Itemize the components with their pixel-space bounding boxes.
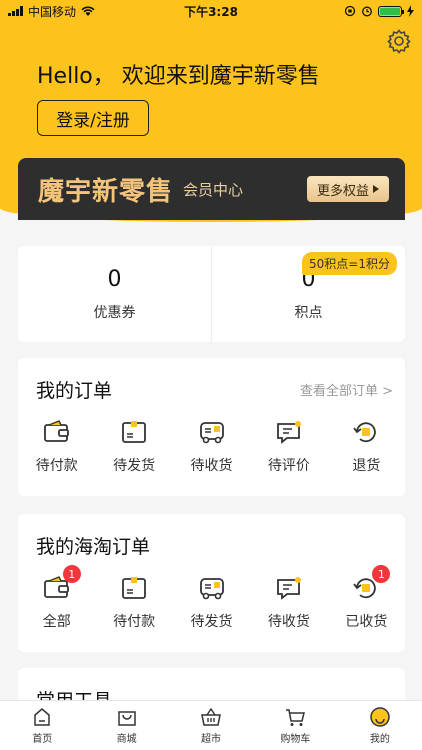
order-label: 待付款 <box>35 458 78 474</box>
points-label: 积点 <box>294 304 323 321</box>
my-orders-card: 我的订单 查看全部订单 > 待付款 待发货 待收货 待评价 退货 <box>18 358 405 496</box>
order-label: 待发货 <box>113 458 156 474</box>
package-icon <box>122 421 147 443</box>
haitao-pending-receipt[interactable]: 待收货 <box>250 573 327 631</box>
haitao-orders-title: 我的海淘订单 <box>36 536 151 558</box>
charging-icon <box>407 5 414 17</box>
battery-icon <box>378 5 404 17</box>
return-icon <box>353 422 377 443</box>
more-benefits-label: 更多权益 <box>316 183 369 199</box>
order-label: 待发货 <box>190 614 233 630</box>
greeting-text: Hello， 欢迎来到魔宇新零售 <box>37 64 320 89</box>
tab-label: 商城 <box>116 734 137 745</box>
more-benefits-button[interactable]: 更多权益 <box>306 176 389 202</box>
order-pending-shipment[interactable]: 待发货 <box>95 417 172 475</box>
coupon-count: 0 <box>107 266 122 292</box>
comment-icon <box>277 577 301 600</box>
count-badge: 1 <box>372 565 391 583</box>
tab-home[interactable]: 首页 <box>0 701 84 750</box>
wifi-icon <box>81 6 95 16</box>
haitao-received[interactable]: 1 已收货 <box>328 565 405 631</box>
truck-icon <box>199 422 224 444</box>
home-icon <box>34 708 50 726</box>
coupon-label: 优惠券 <box>93 304 136 321</box>
haitao-pending-payment[interactable]: 待付款 <box>95 573 172 631</box>
basket-icon <box>201 707 221 726</box>
order-label: 待收货 <box>267 614 310 630</box>
tab-supermarket[interactable]: 超市 <box>169 701 253 750</box>
coupon-stat[interactable]: 0 优惠券 <box>18 246 211 342</box>
points-card: 0 优惠券 0 积点 50积点=1积分 <box>18 246 405 342</box>
shop-bag-icon <box>117 711 136 726</box>
profile-icon <box>370 707 390 727</box>
banner-subtitle: 会员中心 <box>183 180 244 199</box>
haitao-orders-card: 我的海淘订单 1 全部 待付款 待发货 待收货 1 已收货 <box>18 514 405 652</box>
order-return[interactable]: 退货 <box>328 417 405 475</box>
status-bar: 中国移动 下午3:28 <box>0 0 422 22</box>
points-rate-badge: 50积点=1积分 <box>302 252 397 275</box>
order-label: 退货 <box>352 458 381 474</box>
truck-icon <box>199 578 224 600</box>
order-pending-review[interactable]: 待评价 <box>250 417 327 475</box>
tab-shop[interactable]: 商城 <box>84 701 168 750</box>
login-register-button[interactable]: 登录/注册 <box>37 100 149 136</box>
order-label: 待收货 <box>190 458 233 474</box>
tab-label: 首页 <box>32 734 53 745</box>
cart-icon <box>286 709 306 726</box>
haitao-pending-shipment[interactable]: 待发货 <box>173 573 250 631</box>
order-label: 已收货 <box>345 614 388 630</box>
membership-banner[interactable]: 魔宇新零售 会员中心 更多权益 <box>18 158 405 220</box>
settings-gear-icon[interactable] <box>386 28 412 54</box>
order-pending-receipt[interactable]: 待收货 <box>173 417 250 475</box>
package-icon <box>122 577 147 599</box>
tab-mine[interactable]: 我的 <box>338 701 422 750</box>
count-badge: 1 <box>62 565 81 583</box>
comment-icon <box>277 421 301 444</box>
status-time: 下午3:28 <box>184 4 238 19</box>
order-label: 待评价 <box>267 458 310 474</box>
haitao-all[interactable]: 1 全部 <box>18 565 95 631</box>
carrier-label: 中国移动 <box>28 4 77 19</box>
bottom-tab-bar: 首页 商城 超市 购物车 我的 <box>0 700 422 750</box>
my-orders-title: 我的订单 <box>36 380 113 402</box>
order-label: 全部 <box>42 614 71 630</box>
view-all-orders-link[interactable]: 查看全部订单 > <box>300 380 393 399</box>
banner-title: 魔宇新零售 <box>38 176 174 207</box>
tab-label: 我的 <box>369 734 390 745</box>
tab-cart[interactable]: 购物车 <box>253 701 337 750</box>
order-label: 待付款 <box>113 614 156 630</box>
order-pending-payment[interactable]: 待付款 <box>18 417 95 475</box>
alarm-icon <box>362 6 372 17</box>
play-arrow-icon <box>373 185 379 193</box>
tab-label: 购物车 <box>280 734 311 745</box>
wallet-icon <box>43 420 69 442</box>
orientation-lock-icon <box>344 5 356 17</box>
tab-label: 超市 <box>201 734 222 745</box>
signal-icon <box>8 6 23 16</box>
